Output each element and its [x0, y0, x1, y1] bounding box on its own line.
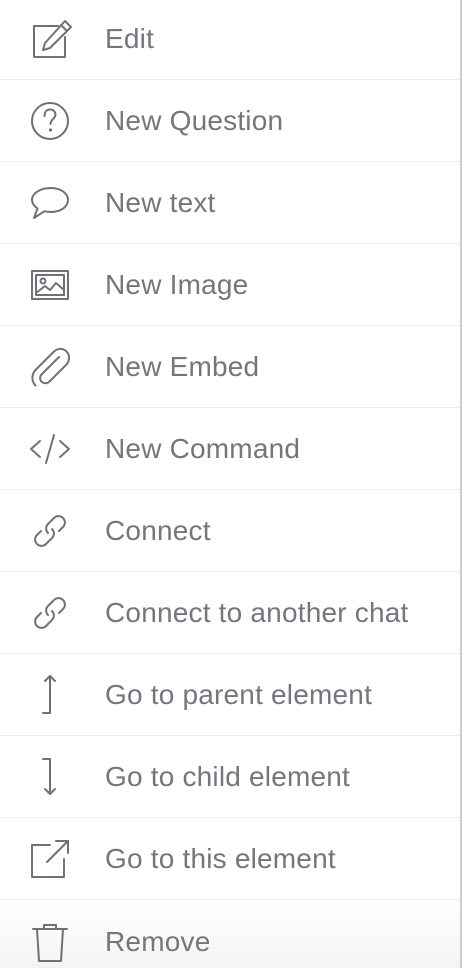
menu-item-connect-to-another-chat[interactable]: Connect to another chat: [0, 572, 460, 654]
menu-item-new-embed[interactable]: New Embed: [0, 326, 460, 408]
menu-item-label: Go to child element: [105, 760, 351, 792]
paperclip-icon: [28, 345, 72, 389]
menu-item-connect[interactable]: Connect: [0, 490, 460, 572]
menu-item-label: New Command: [105, 432, 301, 464]
menu-item-label: Connect to another chat: [105, 596, 409, 628]
menu-item-go-to-child-element[interactable]: Go to child element: [0, 736, 460, 818]
menu-item-label: Go to this element: [105, 842, 336, 874]
question-icon: [28, 99, 72, 143]
arrow-up-icon: [28, 673, 72, 717]
context-menu: Edit New Question New text New Image New…: [0, 0, 462, 968]
menu-item-edit[interactable]: Edit: [0, 0, 460, 80]
code-icon: [28, 427, 72, 471]
image-icon: [28, 263, 72, 307]
menu-item-label: New text: [105, 186, 216, 218]
menu-item-label: Edit: [105, 22, 155, 54]
menu-item-label: Connect: [105, 514, 211, 546]
arrow-down-icon: [28, 755, 72, 799]
external-link-icon: [28, 837, 72, 881]
menu-item-new-image[interactable]: New Image: [0, 244, 460, 326]
trash-icon: [28, 920, 72, 964]
menu-item-go-to-parent-element[interactable]: Go to parent element: [0, 654, 460, 736]
link-icon: [28, 509, 72, 553]
menu-item-label: New Embed: [105, 350, 260, 382]
menu-item-new-question[interactable]: New Question: [0, 80, 460, 162]
menu-item-label: Go to parent element: [105, 678, 373, 710]
menu-item-go-to-this-element[interactable]: Go to this element: [0, 818, 460, 900]
speech-bubble-icon: [28, 181, 72, 225]
menu-item-label: New Image: [105, 268, 249, 300]
link-icon: [28, 591, 72, 635]
menu-item-new-command[interactable]: New Command: [0, 408, 460, 490]
menu-item-label: Remove: [105, 926, 211, 957]
menu-item-new-text[interactable]: New text: [0, 162, 460, 244]
menu-item-remove[interactable]: Remove: [0, 900, 460, 968]
menu-item-label: New Question: [105, 104, 284, 136]
edit-icon: [28, 17, 72, 61]
